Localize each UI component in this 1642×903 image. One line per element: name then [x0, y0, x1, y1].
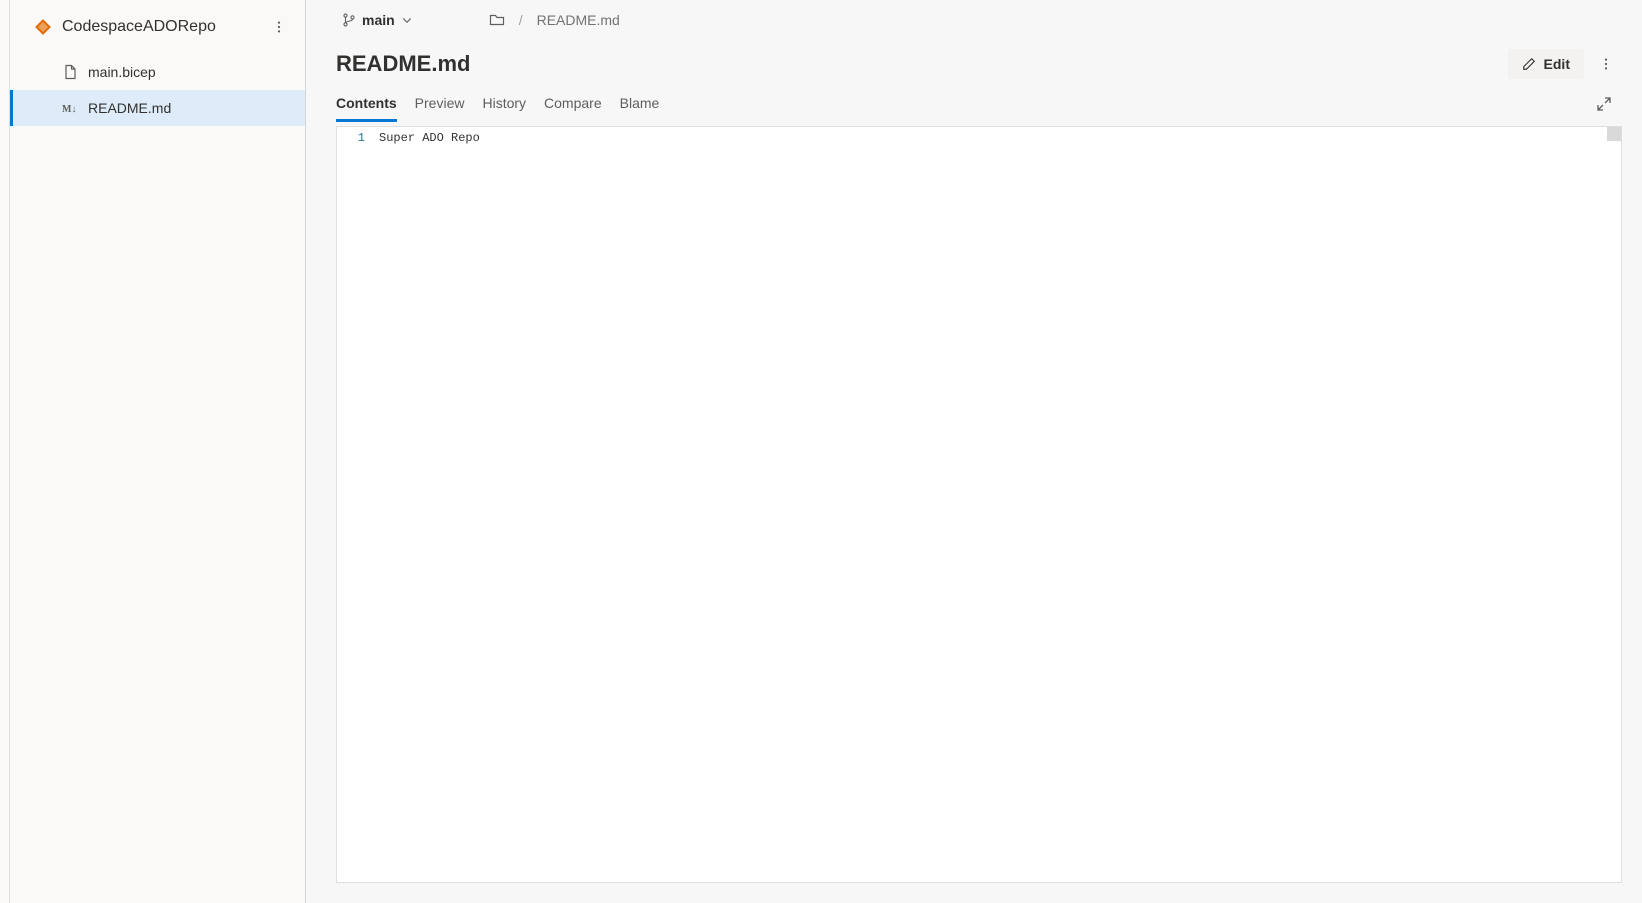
branch-icon	[342, 13, 356, 27]
code-editor[interactable]: 1 Super ADO Repo	[337, 127, 1621, 882]
tab-contents[interactable]: Contents	[336, 87, 397, 122]
fullscreen-button[interactable]	[1596, 96, 1612, 112]
collapsed-nav-gutter	[0, 0, 10, 903]
tab-blame[interactable]: Blame	[620, 87, 660, 122]
edit-label: Edit	[1544, 56, 1570, 72]
sidebar-header: CodespaceADORepo	[10, 0, 305, 50]
tab-preview[interactable]: Preview	[415, 87, 465, 122]
repo-name[interactable]: CodespaceADORepo	[62, 18, 263, 36]
file-label: main.bicep	[88, 64, 156, 80]
edit-button[interactable]: Edit	[1508, 49, 1584, 79]
file-tabs: Contents Preview History Compare Blame	[306, 84, 1642, 124]
branch-name: main	[362, 12, 395, 28]
tab-history[interactable]: History	[482, 87, 526, 122]
more-vertical-icon	[1599, 57, 1613, 71]
file-title-bar: README.md Edit	[306, 40, 1642, 84]
line-number-gutter: 1	[337, 127, 371, 882]
minimap-scrollbar[interactable]	[1607, 127, 1621, 141]
file-item-readme-md[interactable]: M↓ README.md	[10, 90, 305, 126]
file-label: README.md	[88, 100, 171, 116]
code-line: Super ADO Repo	[379, 131, 480, 145]
chevron-down-icon	[401, 14, 413, 26]
file-icon	[62, 64, 78, 80]
branch-picker[interactable]: main	[336, 8, 419, 32]
tab-compare[interactable]: Compare	[544, 87, 602, 122]
top-row: main / README.md	[306, 0, 1642, 40]
code-content: Super ADO Repo	[371, 127, 1621, 882]
file-tree-sidebar: CodespaceADORepo main.bicep M↓ README.md	[10, 0, 306, 903]
editor-container: 1 Super ADO Repo	[336, 126, 1622, 883]
expand-icon	[1596, 96, 1612, 112]
folder-icon[interactable]	[489, 12, 505, 28]
pencil-icon	[1522, 57, 1536, 71]
svg-text:M↓: M↓	[62, 104, 76, 115]
file-item-main-bicep[interactable]: main.bicep	[10, 54, 305, 90]
breadcrumb: / README.md	[489, 12, 620, 28]
breadcrumb-file[interactable]: README.md	[537, 12, 620, 28]
repo-more-button[interactable]	[263, 11, 295, 43]
file-more-button[interactable]	[1590, 48, 1622, 80]
file-tree: main.bicep M↓ README.md	[10, 50, 305, 126]
repo-icon	[34, 18, 52, 36]
line-number: 1	[337, 131, 365, 145]
more-vertical-icon	[272, 20, 286, 34]
breadcrumb-separator: /	[519, 12, 523, 28]
main-panel: main / README.md README.md Edit	[306, 0, 1642, 903]
file-title: README.md	[336, 51, 1508, 77]
markdown-icon: M↓	[62, 100, 78, 116]
